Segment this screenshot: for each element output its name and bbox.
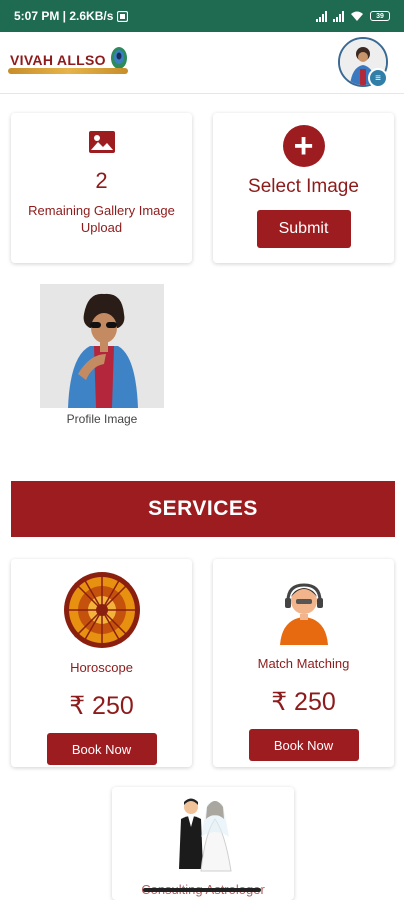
status-time: 5:07 PM | 2.6KB/s bbox=[14, 9, 114, 23]
service-card-match-matching: Match Matching ₹ 250 Book Now bbox=[213, 559, 394, 767]
image-icon bbox=[88, 131, 115, 153]
logo-text: VIVAH ALLSO bbox=[10, 52, 106, 68]
gallery-count: 2 bbox=[95, 168, 108, 193]
status-right: 39 bbox=[316, 10, 390, 22]
service-price: ₹ 250 bbox=[69, 692, 134, 720]
select-image-label[interactable]: Select Image bbox=[213, 176, 394, 198]
service-card-consulting-astrologer: Consulting Astrologer bbox=[112, 787, 294, 900]
remaining-gallery-label: Remaining Gallery Image Upload bbox=[28, 203, 175, 235]
app-header: VIVAH ALLSO ≡ bbox=[0, 32, 404, 94]
submit-button[interactable]: Submit bbox=[256, 210, 351, 248]
app-logo[interactable]: VIVAH ALLSO bbox=[8, 46, 130, 74]
flute-decoration bbox=[8, 68, 128, 74]
wifi-icon bbox=[351, 11, 363, 21]
services-heading: SERVICES bbox=[11, 481, 395, 537]
service-name: Match Matching bbox=[257, 656, 350, 671]
gallery-card: 2 Remaining Gallery Image Upload bbox=[11, 113, 192, 263]
signal-icon bbox=[316, 10, 327, 22]
service-card-horoscope: Horoscope ₹ 250 Book Now bbox=[11, 559, 192, 767]
profile-person-icon bbox=[40, 284, 164, 408]
home-indicator[interactable] bbox=[143, 888, 261, 892]
menu-badge-icon[interactable]: ≡ bbox=[368, 68, 388, 88]
signal-icon-2 bbox=[333, 10, 344, 22]
astrologer-headset-icon bbox=[279, 583, 328, 645]
zodiac-wheel-icon bbox=[63, 572, 140, 648]
book-now-button[interactable]: Book Now bbox=[46, 733, 157, 765]
book-now-button[interactable]: Book Now bbox=[248, 729, 359, 761]
status-left: 5:07 PM | 2.6KB/s bbox=[14, 9, 129, 23]
profile-photo[interactable] bbox=[40, 284, 164, 408]
select-image-card: + Select Image Submit bbox=[213, 113, 394, 263]
status-bar: 5:07 PM | 2.6KB/s 39 bbox=[0, 0, 404, 32]
add-image-icon[interactable]: + bbox=[282, 125, 325, 167]
bride-groom-icon bbox=[179, 798, 232, 872]
profile-caption: Profile Image bbox=[66, 412, 138, 426]
profile-image-block: Profile Image bbox=[40, 284, 164, 426]
service-name: Horoscope bbox=[70, 660, 133, 675]
service-price: ₹ 250 bbox=[271, 688, 336, 716]
notification-icon bbox=[117, 10, 129, 22]
battery-icon: 39 bbox=[370, 11, 390, 21]
